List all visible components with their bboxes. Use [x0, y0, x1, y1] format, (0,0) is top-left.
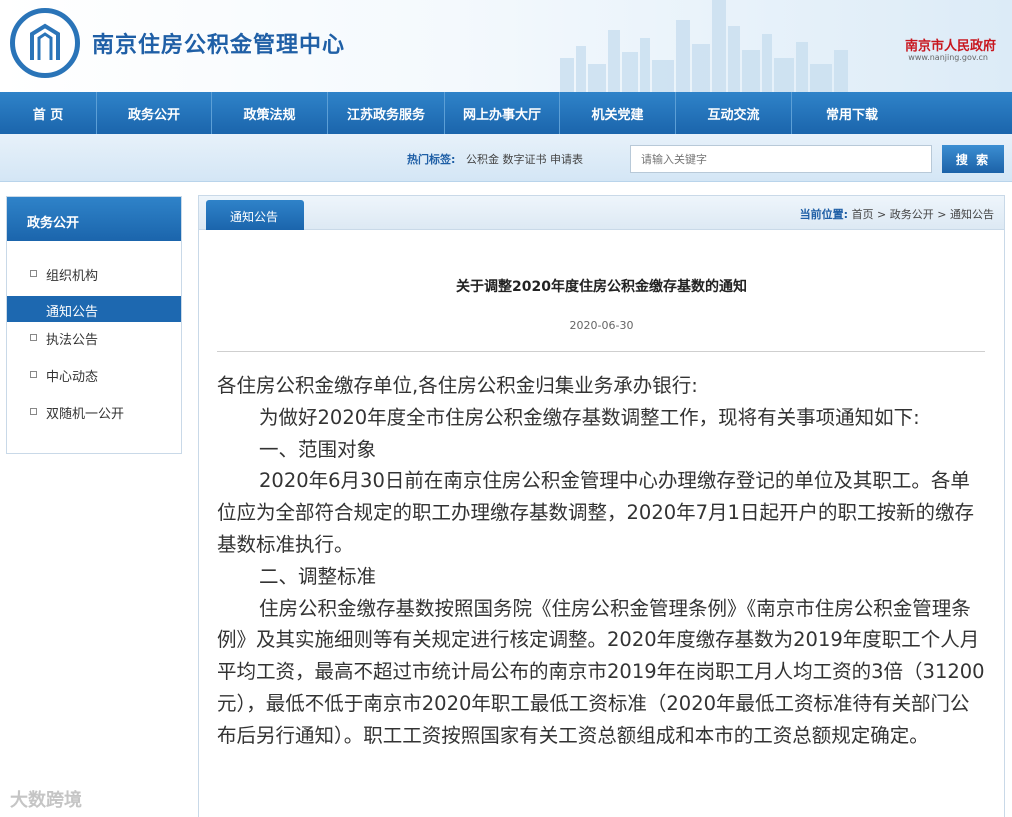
breadcrumb: 当前位置: 首页 > 政务公开 > 通知公告	[799, 208, 994, 221]
article-title: 关于调整2020年度住房公积金缴存基数的通知	[456, 279, 747, 295]
sidebar-item-label: 中心动态	[46, 370, 99, 385]
article-body: 各住房公积金缴存单位,各住房公积金归集业务承办银行: 为做好2020年度全市住房…	[217, 370, 987, 752]
article-paragraph: 住房公积金缴存基数按照国务院《住房公积金管理条例》《南京市住房公积金管理条例》及…	[217, 596, 985, 747]
site-logo[interactable]	[10, 8, 80, 78]
gov-url: www.nanjing.gov.cn	[908, 53, 988, 62]
breadcrumb-label: 当前位置:	[799, 208, 849, 221]
square-bullet-icon	[30, 334, 37, 341]
article-heading: 一、范围对象	[259, 437, 377, 461]
article-heading: 二、调整标准	[259, 564, 377, 588]
article-date: 2020-06-30	[569, 319, 634, 332]
hot-tags-label: 热门标签:	[407, 153, 456, 166]
nav-home[interactable]: 首 页	[0, 92, 97, 134]
logo-emblem-icon	[30, 23, 60, 60]
article-paragraph: 2020年6月30日前在南京住房公积金管理中心办理缴存登记的单位及其职工。各单位…	[217, 469, 974, 556]
nav-interaction[interactable]: 互动交流	[676, 92, 792, 134]
breadcrumb-section[interactable]: 政务公开	[890, 208, 934, 221]
nav-government-affairs[interactable]: 政务公开	[97, 92, 212, 134]
divider	[217, 351, 985, 352]
sidebar: 政务公开 组织机构 通知公告 执法公告 中心动态 双随机一公开	[6, 196, 182, 454]
hot-tags[interactable]: 公积金 数字证书 申请表	[466, 151, 583, 167]
watermark: 大数跨境	[10, 790, 82, 811]
nav-online-hall[interactable]: 网上办事大厅	[445, 92, 560, 134]
article-paragraph: 为做好2020年度全市住房公积金缴存基数调整工作，现将有关事项通知如下:	[259, 405, 920, 429]
sidebar-item-label: 执法公告	[46, 333, 99, 348]
square-bullet-icon	[30, 270, 37, 277]
site-title[interactable]: 南京住房公积金管理中心	[92, 27, 345, 59]
main-nav: 首 页 政务公开 政策法规 江苏政务服务 网上办事大厅 机关党建 互动交流 常用…	[0, 92, 1012, 134]
breadcrumb-home[interactable]: 首页	[852, 208, 874, 221]
article-paragraph: 各住房公积金缴存单位,各住房公积金归集业务承办银行:	[217, 374, 698, 397]
main-content: 通知公告 当前位置: 首页 > 政务公开 > 通知公告 关于调整2020年度住房…	[198, 195, 1005, 817]
breadcrumb-current[interactable]: 通知公告	[950, 208, 994, 221]
sidebar-item-notices[interactable]: 通知公告	[7, 296, 181, 322]
content-header: 通知公告 当前位置: 首页 > 政务公开 > 通知公告	[199, 196, 1004, 230]
sidebar-item-random-inspection[interactable]: 双随机一公开	[7, 398, 181, 424]
sidebar-item-label: 通知公告	[46, 305, 99, 320]
sidebar-item-label: 双随机一公开	[46, 407, 125, 422]
nav-downloads[interactable]: 常用下载	[792, 92, 912, 134]
square-bullet-icon	[30, 408, 37, 415]
sidebar-item-news[interactable]: 中心动态	[7, 361, 181, 387]
nav-party-building[interactable]: 机关党建	[560, 92, 676, 134]
square-bullet-icon	[30, 371, 37, 378]
search-input[interactable]	[630, 145, 932, 173]
sidebar-title: 政务公开	[7, 197, 181, 241]
search-button[interactable]: 搜 索	[942, 145, 1004, 173]
nanjing-gov-link[interactable]: 南京市人民政府	[905, 35, 996, 54]
nav-policies[interactable]: 政策法规	[212, 92, 328, 134]
nav-jiangsu-services[interactable]: 江苏政务服务	[328, 92, 445, 134]
sidebar-item-label: 组织机构	[46, 269, 99, 284]
sidebar-item-organization[interactable]: 组织机构	[7, 260, 181, 286]
search-bar: 热门标签: 公积金 数字证书 申请表 搜 索	[0, 134, 1012, 182]
city-skyline-image	[560, 0, 848, 92]
tab-notices[interactable]: 通知公告	[206, 200, 304, 230]
sidebar-item-enforcement[interactable]: 执法公告	[7, 324, 181, 350]
site-header: 南京住房公积金管理中心 南京市人民政府 www.nanjing.gov.cn	[0, 0, 1012, 92]
